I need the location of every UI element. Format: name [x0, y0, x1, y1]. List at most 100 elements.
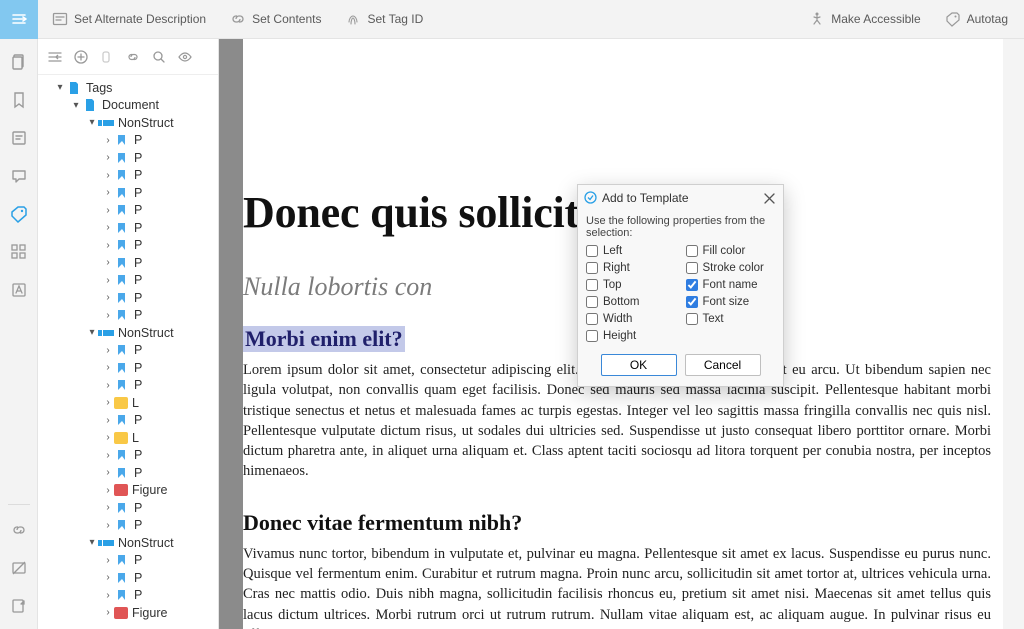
paragraph-icon: [114, 518, 130, 532]
figure-icon: [114, 484, 128, 496]
link-tag-button[interactable]: [124, 48, 142, 66]
figure-icon: [114, 607, 128, 619]
checkbox-font-name[interactable]: Font name: [686, 279, 776, 291]
add-tag-button[interactable]: [72, 48, 90, 66]
tree-label: Document: [102, 98, 159, 112]
image-off-rail-button[interactable]: [4, 553, 34, 583]
tree-row-p[interactable]: ›P: [38, 237, 218, 255]
tree-row-p[interactable]: ›P: [38, 149, 218, 167]
panel-collapse-button[interactable]: [46, 48, 64, 66]
tree-row-p[interactable]: ›P: [38, 552, 218, 570]
autotag-button[interactable]: Autotag: [935, 7, 1018, 31]
dialog-titlebar[interactable]: Add to Template: [578, 185, 783, 211]
tree-row-p[interactable]: ›P: [38, 184, 218, 202]
cancel-button[interactable]: Cancel: [685, 354, 761, 376]
make-accessible-button[interactable]: Make Accessible: [799, 7, 930, 31]
order-rail-button[interactable]: [4, 237, 34, 267]
tree-row-p[interactable]: ›P: [38, 307, 218, 325]
tree-row-p[interactable]: ›P: [38, 132, 218, 150]
tree-row-p[interactable]: ›P: [38, 412, 218, 430]
make-accessible-label: Make Accessible: [831, 12, 920, 26]
checkbox-height[interactable]: Height: [586, 330, 676, 342]
paragraph-icon: [114, 553, 130, 567]
ok-button[interactable]: OK: [601, 354, 677, 376]
tree-label: NonStruct: [118, 536, 174, 550]
checkbox-text[interactable]: Text: [686, 313, 776, 325]
add-to-template-dialog: Add to Template Use the following proper…: [577, 184, 784, 387]
tree-row-p[interactable]: ›P: [38, 447, 218, 465]
paragraph-icon: [114, 151, 130, 165]
paragraph-icon: [114, 501, 130, 515]
checkbox-top[interactable]: Top: [586, 279, 676, 291]
text-rail-button[interactable]: [4, 275, 34, 305]
checkbox-width[interactable]: Width: [586, 313, 676, 325]
tree-row-p[interactable]: ›P: [38, 499, 218, 517]
tree-row-figure[interactable]: ›Figure: [38, 482, 218, 500]
view-tag-button[interactable]: [176, 48, 194, 66]
tree-row-p[interactable]: ›P: [38, 219, 218, 237]
checkbox-right[interactable]: Right: [586, 262, 676, 274]
search-tag-button[interactable]: [150, 48, 168, 66]
paragraph-icon: [114, 378, 130, 392]
tree-label: NonStruct: [118, 326, 174, 340]
tags-rail-button[interactable]: [4, 199, 34, 229]
tree-row-p[interactable]: ›P: [38, 272, 218, 290]
tree-label: P: [134, 203, 142, 217]
autotag-label: Autotag: [967, 12, 1008, 26]
heading-selected[interactable]: Morbi enim elit?: [243, 326, 405, 352]
tree-label: P: [134, 588, 142, 602]
tree-row-nonstruct[interactable]: ▾NonStruct: [38, 114, 218, 132]
checkbox-bottom[interactable]: Bottom: [586, 296, 676, 308]
tree-row-l[interactable]: ›L: [38, 429, 218, 447]
export-rail-button[interactable]: [4, 591, 34, 621]
tree-label: P: [134, 151, 142, 165]
set-tag-id-button[interactable]: Set Tag ID: [335, 7, 433, 31]
checkbox-fill-color[interactable]: Fill color: [686, 245, 776, 257]
tags-tree[interactable]: ▾Tags ▾Document ▾NonStruct ›P ›P ›P ›P ›…: [38, 75, 218, 629]
checkbox-left[interactable]: Left: [586, 245, 676, 257]
tree-label: P: [134, 256, 142, 270]
tree-row-p[interactable]: ›P: [38, 289, 218, 307]
tree-label: L: [132, 431, 139, 445]
bookmarks-rail-button[interactable]: [4, 85, 34, 115]
tree-row-p[interactable]: ›P: [38, 587, 218, 605]
checkbox-font-size[interactable]: Font size: [686, 296, 776, 308]
tree-row-p[interactable]: ›P: [38, 569, 218, 587]
paragraph-icon: [114, 413, 130, 427]
tag-icon: [945, 11, 961, 27]
panel-toggle-button[interactable]: [0, 0, 38, 39]
tree-row-document[interactable]: ▾Document: [38, 97, 218, 115]
pages-rail-button[interactable]: [4, 47, 34, 77]
tree-row-l[interactable]: ›L: [38, 394, 218, 412]
tree-row-p[interactable]: ›P: [38, 202, 218, 220]
set-alternate-description-button[interactable]: Set Alternate Description: [42, 7, 216, 31]
tree-label: P: [134, 291, 142, 305]
tree-label: L: [132, 396, 139, 410]
tree-row-p[interactable]: ›P: [38, 464, 218, 482]
tree-row-nonstruct[interactable]: ▾NonStruct: [38, 324, 218, 342]
set-contents-icon: [230, 11, 246, 27]
link-rail-button[interactable]: [4, 515, 34, 545]
tree-row-p[interactable]: ›P: [38, 167, 218, 185]
paragraph-icon: [114, 203, 130, 217]
tree-row-nonstruct[interactable]: ▾NonStruct: [38, 534, 218, 552]
tree-row-p[interactable]: ›P: [38, 342, 218, 360]
set-contents-button[interactable]: Set Contents: [220, 7, 331, 31]
tree-row-p[interactable]: ›P: [38, 359, 218, 377]
tree-label: P: [134, 571, 142, 585]
tree-label: P: [134, 238, 142, 252]
checkbox-stroke-color[interactable]: Stroke color: [686, 262, 776, 274]
move-tag-button[interactable]: [98, 48, 116, 66]
content-rail-button[interactable]: [4, 123, 34, 153]
dialog-close-button[interactable]: [761, 190, 777, 206]
list-icon: [114, 397, 128, 409]
tree-row-p[interactable]: ›P: [38, 254, 218, 272]
dialog-icon: [584, 191, 598, 205]
tree-row-tags[interactable]: ▾Tags: [38, 79, 218, 97]
tree-row-figure[interactable]: ›Figure: [38, 604, 218, 622]
tree-row-p[interactable]: ›P: [38, 377, 218, 395]
comments-rail-button[interactable]: [4, 161, 34, 191]
tree-row-p[interactable]: ›P: [38, 517, 218, 535]
tree-label: Figure: [132, 606, 167, 620]
set-tag-id-label: Set Tag ID: [367, 12, 423, 26]
